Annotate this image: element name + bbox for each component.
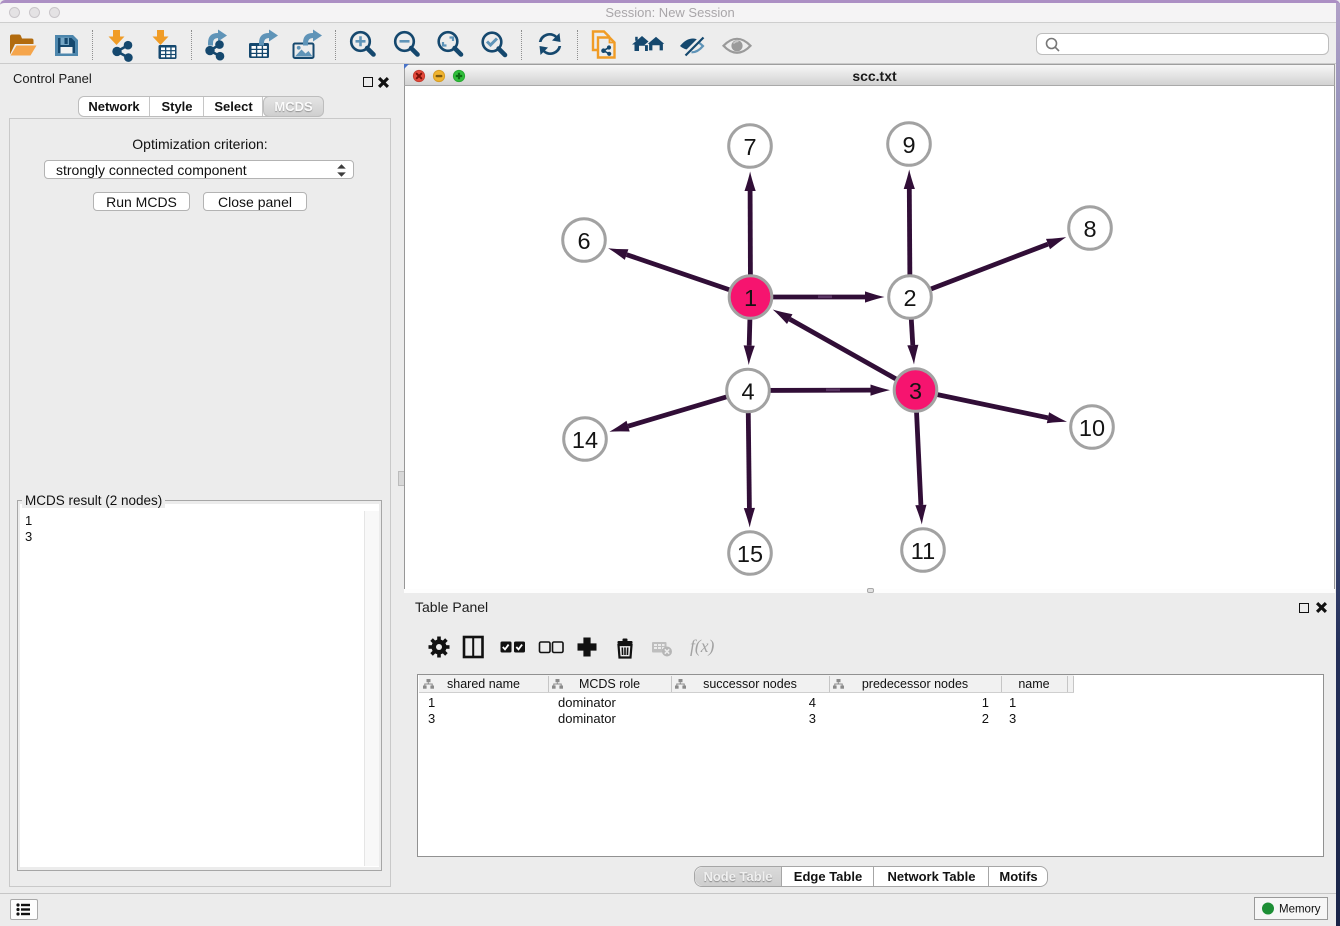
svg-text:3: 3 bbox=[909, 378, 922, 404]
svg-text:15: 15 bbox=[737, 541, 763, 567]
svg-text:f(x): f(x) bbox=[690, 636, 714, 656]
svg-text:7: 7 bbox=[743, 134, 756, 160]
svg-text:8: 8 bbox=[1083, 216, 1096, 242]
svg-text:1: 1 bbox=[744, 285, 757, 311]
svg-text:6: 6 bbox=[577, 228, 590, 254]
svg-text:2: 2 bbox=[903, 285, 916, 311]
svg-text:4: 4 bbox=[741, 378, 754, 404]
svg-text:9: 9 bbox=[902, 132, 915, 158]
svg-text:Memory: Memory bbox=[1279, 904, 1321, 916]
svg-text:14: 14 bbox=[572, 427, 598, 453]
svg-text:11: 11 bbox=[911, 538, 935, 564]
svg-text:10: 10 bbox=[1079, 415, 1105, 441]
